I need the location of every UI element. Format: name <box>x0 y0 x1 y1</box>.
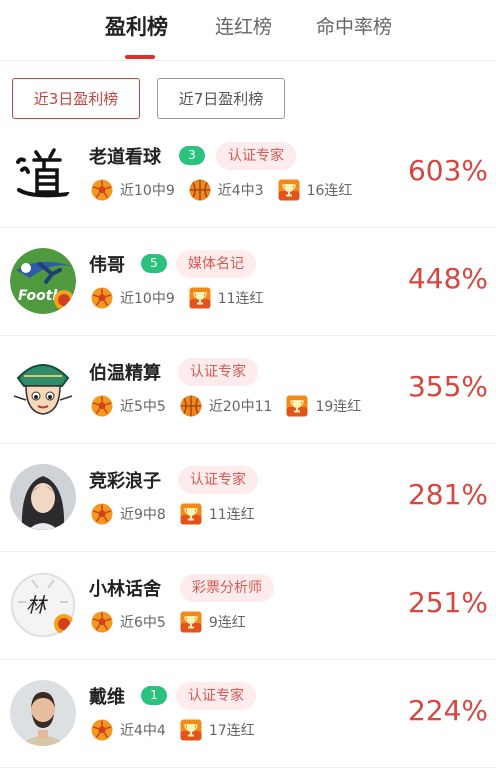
expert-tag: 认证专家 <box>178 358 258 386</box>
expert-stats: 近6中5 9连红 <box>91 609 260 635</box>
tabs-divider <box>0 60 496 61</box>
expert-name: 伯温精算 <box>89 363 161 384</box>
calligraphy-dao-avatar[interactable] <box>10 140 76 206</box>
stat-text: 近9中8 <box>120 507 166 523</box>
profit-percent: 224% <box>407 694 488 727</box>
expert-row[interactable]: Footb 伟哥 5 媒体名记 近10中9 11连红 448% <box>0 228 496 336</box>
stat-item: 近4中4 <box>91 719 166 741</box>
basketball-icon <box>189 179 211 201</box>
football-icon <box>91 179 113 201</box>
stat-text: 近4中3 <box>217 183 264 199</box>
tab-profit-ranking[interactable]: 盈利榜 <box>105 11 168 41</box>
stat-item: 近10中9 <box>91 287 175 309</box>
trophy-icon <box>180 503 202 525</box>
football-logo-avatar[interactable]: Footb <box>10 248 76 314</box>
expert-name: 戴维 <box>89 687 125 708</box>
expert-stats: 近5中5 近20中11 19连红 <box>91 393 375 419</box>
tab-hit-rate-ranking[interactable]: 命中率榜 <box>316 12 392 39</box>
stat-item: 近6中5 <box>91 611 166 633</box>
filter-3-day-button[interactable]: 近3日盈利榜 <box>12 78 140 119</box>
expert-row[interactable]: 老道看球 3 认证专家近10中9 近4中3 16连红 603% <box>0 120 496 228</box>
filter-7-day-button[interactable]: 近7日盈利榜 <box>157 78 285 119</box>
level-badge: 5 <box>141 254 167 273</box>
basketball-icon <box>180 395 202 417</box>
stat-item: 近20中11 <box>180 395 273 417</box>
profit-percent: 448% <box>407 262 488 295</box>
expert-row[interactable]: 伯温精算 认证专家 近5中5 近20中11 19连红 355% <box>0 336 496 444</box>
profit-percent: 355% <box>407 370 488 403</box>
expert-tag: 认证专家 <box>178 466 258 494</box>
stat-item: 11连红 <box>180 503 255 525</box>
expert-row[interactable]: 林 小林话舍 彩票分析师 近6中5 9连红 251% <box>0 552 496 660</box>
trophy-icon <box>278 179 300 201</box>
tab-streak-ranking[interactable]: 连红榜 <box>215 12 272 39</box>
stat-text: 近20中11 <box>208 399 273 415</box>
stat-text: 11连红 <box>217 291 264 307</box>
stat-item: 11连红 <box>189 287 264 309</box>
football-icon <box>91 503 113 525</box>
stat-text: 16连红 <box>306 183 353 199</box>
trophy-icon <box>180 719 202 741</box>
expert-stats: 近10中9 近4中3 16连红 <box>91 177 366 203</box>
stat-item: 16连红 <box>278 179 353 201</box>
expert-tag: 认证专家 <box>216 142 296 170</box>
expert-stats: 近4中4 17连红 <box>91 717 269 743</box>
expert-tag: 认证专家 <box>176 682 256 710</box>
expert-name: 伟哥 <box>89 255 125 276</box>
football-icon <box>91 719 113 741</box>
stat-item: 近5中5 <box>91 395 166 417</box>
stat-text: 11连红 <box>208 507 255 523</box>
expert-name: 小林话舍 <box>89 579 161 600</box>
stat-item: 近10中9 <box>91 179 175 201</box>
stat-text: 17连红 <box>208 723 255 739</box>
stat-text: 近6中5 <box>120 615 166 631</box>
trophy-icon <box>286 395 308 417</box>
stat-text: 近10中9 <box>120 291 175 307</box>
expert-tag: 媒体名记 <box>176 250 256 278</box>
profit-percent: 251% <box>407 586 488 619</box>
trophy-icon <box>180 611 202 633</box>
stat-text: 近4中4 <box>120 723 166 739</box>
stat-item: 19连红 <box>286 395 361 417</box>
expert-list: 老道看球 3 认证专家 近10中9 近4中3 16连红 603% Footb 伟哥 5 媒体名记 近1… <box>0 120 496 768</box>
ball-lin-avatar[interactable]: 林 <box>10 572 76 638</box>
profit-percent: 603% <box>407 154 488 187</box>
svg-text:林: 林 <box>26 593 48 617</box>
football-icon <box>91 287 113 309</box>
stat-item: 近9中8 <box>91 503 166 525</box>
stat-item: 9连红 <box>180 611 246 633</box>
ranking-tabs: 盈利榜 连红榜 命中率榜 <box>0 0 496 60</box>
stat-text: 19连红 <box>315 399 362 415</box>
expert-stats: 近10中9 11连红 <box>91 285 278 311</box>
stat-text: 近5中5 <box>120 399 166 415</box>
stat-text: 近10中9 <box>120 183 175 199</box>
trophy-icon <box>189 287 211 309</box>
long-hair-man-avatar[interactable] <box>10 464 76 530</box>
stat-item: 17连红 <box>180 719 255 741</box>
football-icon <box>91 611 113 633</box>
expert-name: 竞彩浪子 <box>89 471 161 492</box>
level-badge: 1 <box>141 686 167 705</box>
bearded-man-avatar[interactable] <box>10 680 76 746</box>
expert-tag: 彩票分析师 <box>180 574 274 602</box>
expert-name: 老道看球 <box>89 147 161 168</box>
active-tab-indicator <box>125 55 155 59</box>
expert-row[interactable]: 竞彩浪子 认证专家 近9中8 11连红 281% <box>0 444 496 552</box>
expert-stats: 近9中8 11连红 <box>91 501 269 527</box>
profit-percent: 281% <box>407 478 488 511</box>
expert-row[interactable]: 戴维 1 认证专家 近4中4 17连红 224% <box>0 660 496 768</box>
stat-text: 9连红 <box>208 615 246 631</box>
football-icon <box>91 395 113 417</box>
level-badge: 3 <box>179 146 205 165</box>
stat-item: 近4中3 <box>189 179 264 201</box>
cartoon-man-avatar[interactable] <box>10 356 76 422</box>
